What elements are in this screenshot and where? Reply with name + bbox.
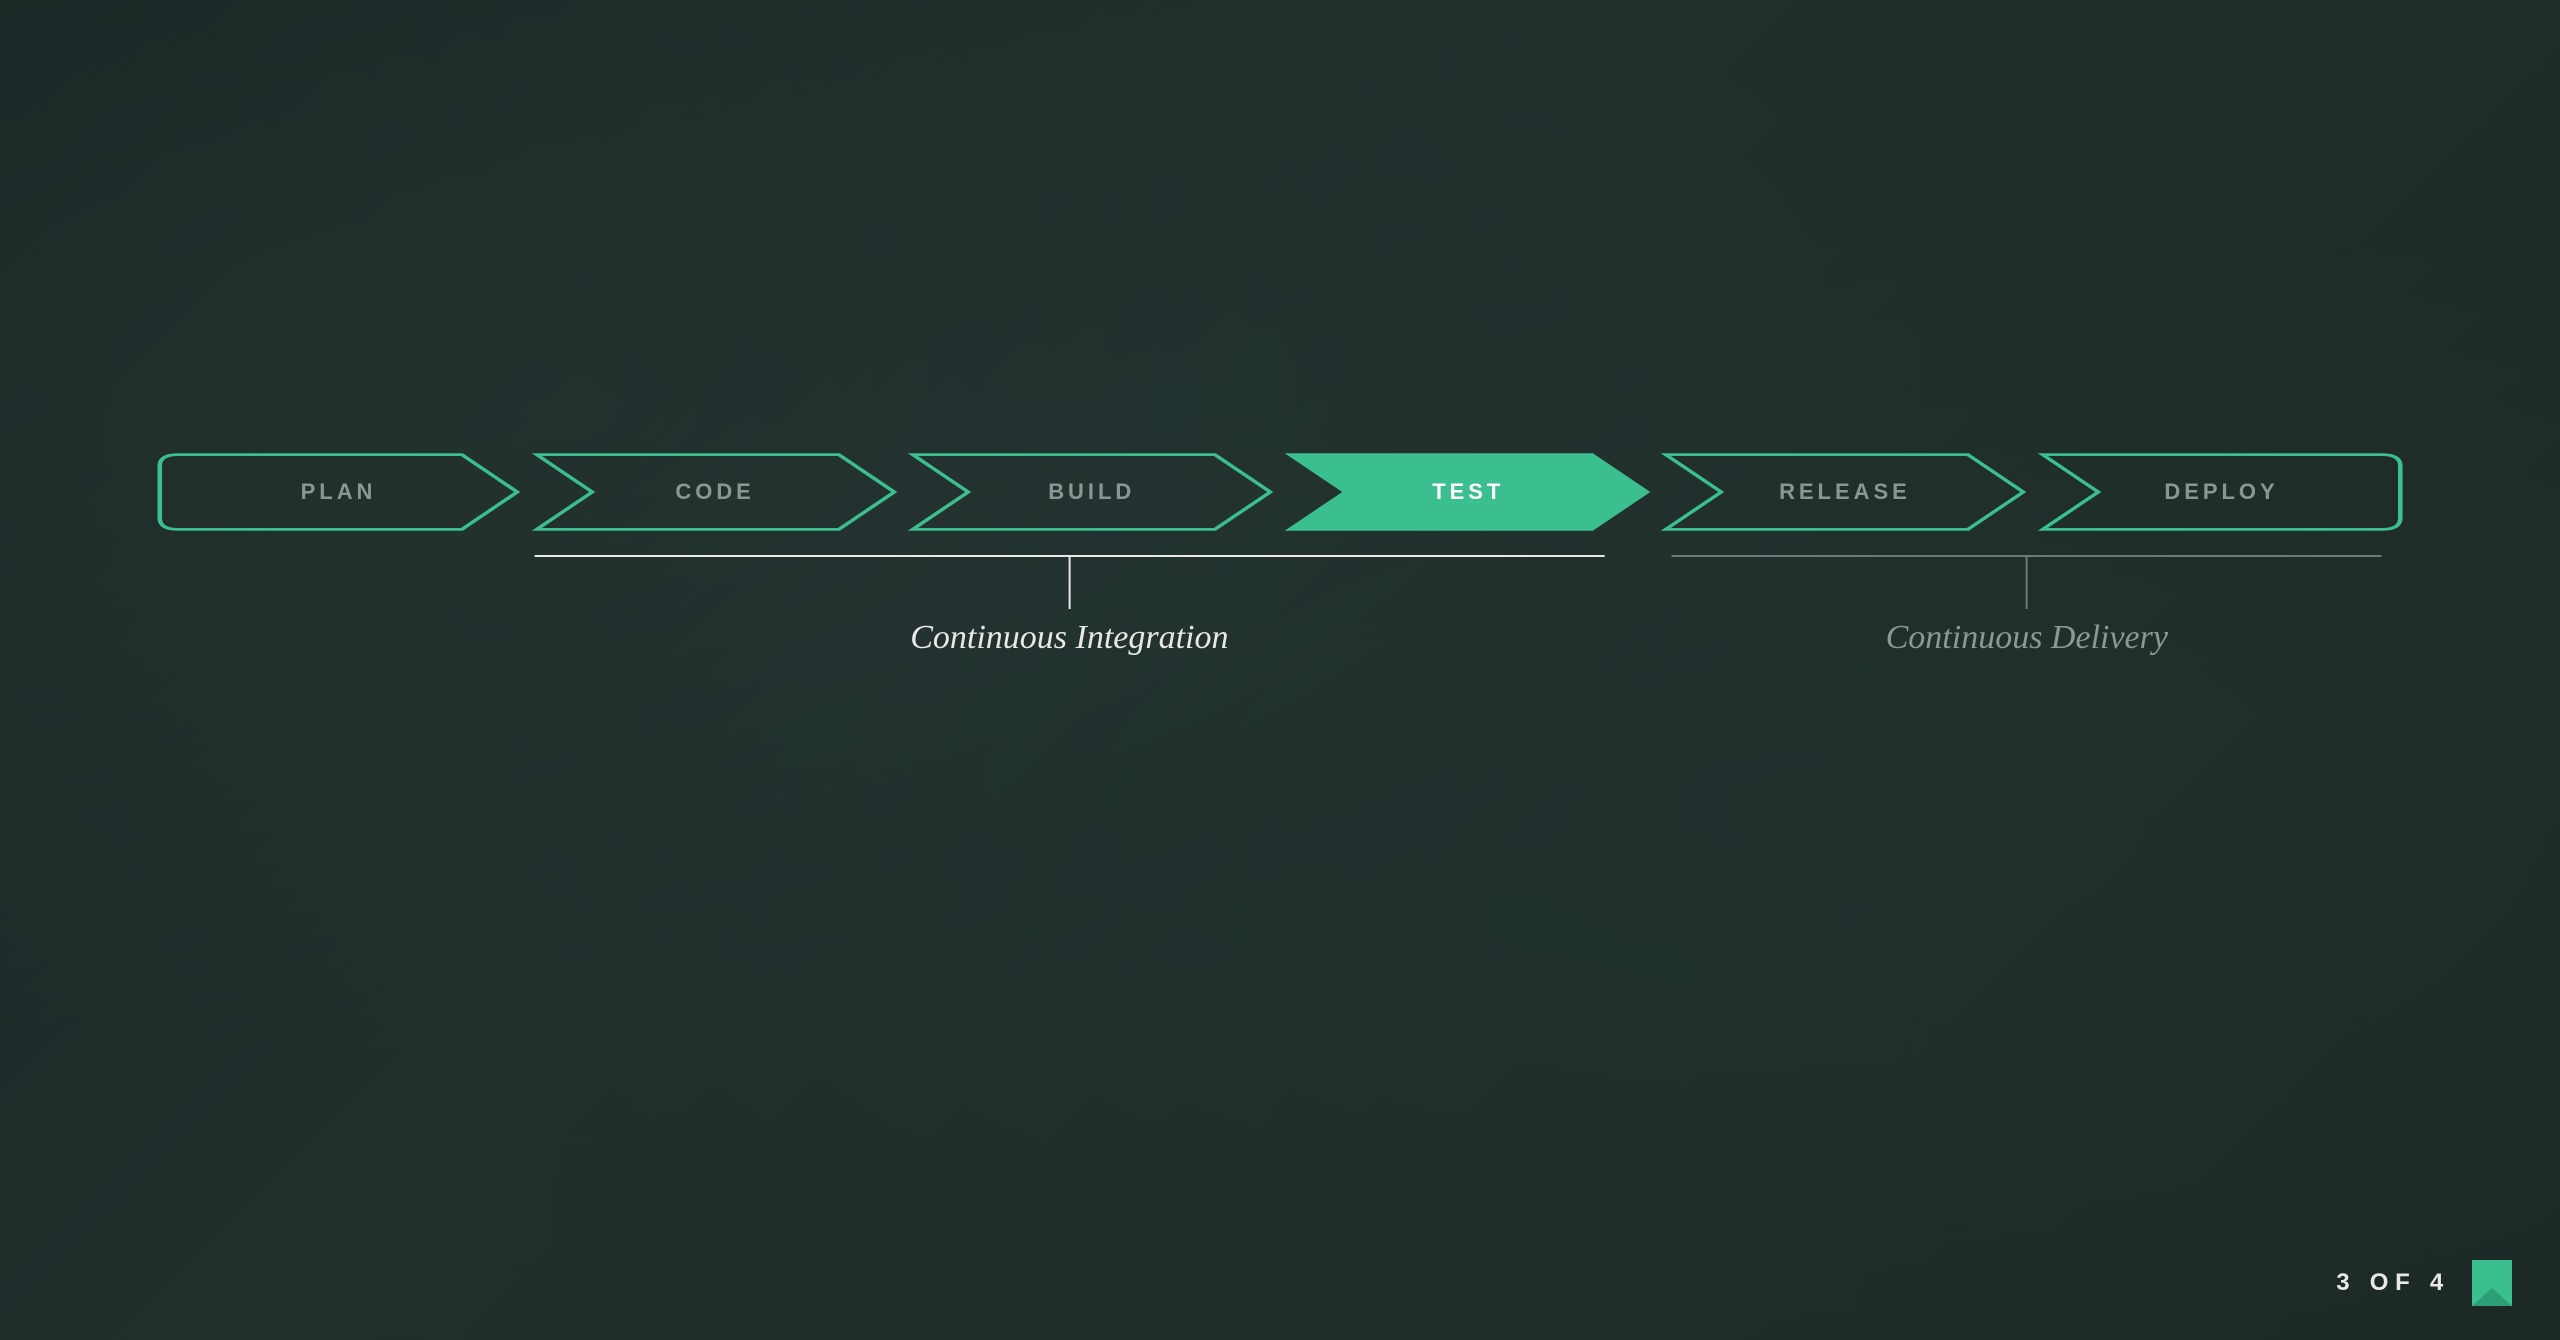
pager-current: 3 [2336, 1269, 2356, 1296]
stage-release: RELEASE [1660, 451, 2030, 533]
bracket-stem-icon [1068, 555, 1070, 609]
pipeline-diagram: PLAN CODE BUILD TEST [154, 451, 2407, 675]
pipeline-groups: Continuous Integration Continuous Delive… [154, 555, 2407, 675]
stage-deploy: DEPLOY [2037, 451, 2407, 533]
group-label: Continuous Delivery [1886, 619, 2168, 657]
stage-plan: PLAN [154, 451, 524, 533]
slide: PLAN CODE BUILD TEST [0, 0, 2560, 1340]
stage-test: TEST [1283, 451, 1653, 533]
stage-label: TEST [1432, 479, 1504, 505]
stage-label: BUILD [1048, 479, 1135, 505]
group-label: Continuous Integration [910, 619, 1228, 657]
stage-build: BUILD [907, 451, 1277, 533]
slide-pager: 3 OF 4 [2336, 1260, 2512, 1306]
stage-label: DEPLOY [2164, 479, 2278, 505]
pager-text: 3 OF 4 [2336, 1269, 2450, 1297]
pager-separator: OF [2370, 1269, 2417, 1296]
pager-total: 4 [2430, 1269, 2450, 1296]
bracket-stem-icon [2026, 555, 2028, 609]
bookmark-up-icon [2472, 1260, 2512, 1306]
stage-label: CODE [675, 479, 754, 505]
pipeline-stages: PLAN CODE BUILD TEST [154, 451, 2407, 533]
stage-label: PLAN [301, 479, 377, 505]
stage-label: RELEASE [1779, 479, 1911, 505]
stage-code: CODE [530, 451, 900, 533]
